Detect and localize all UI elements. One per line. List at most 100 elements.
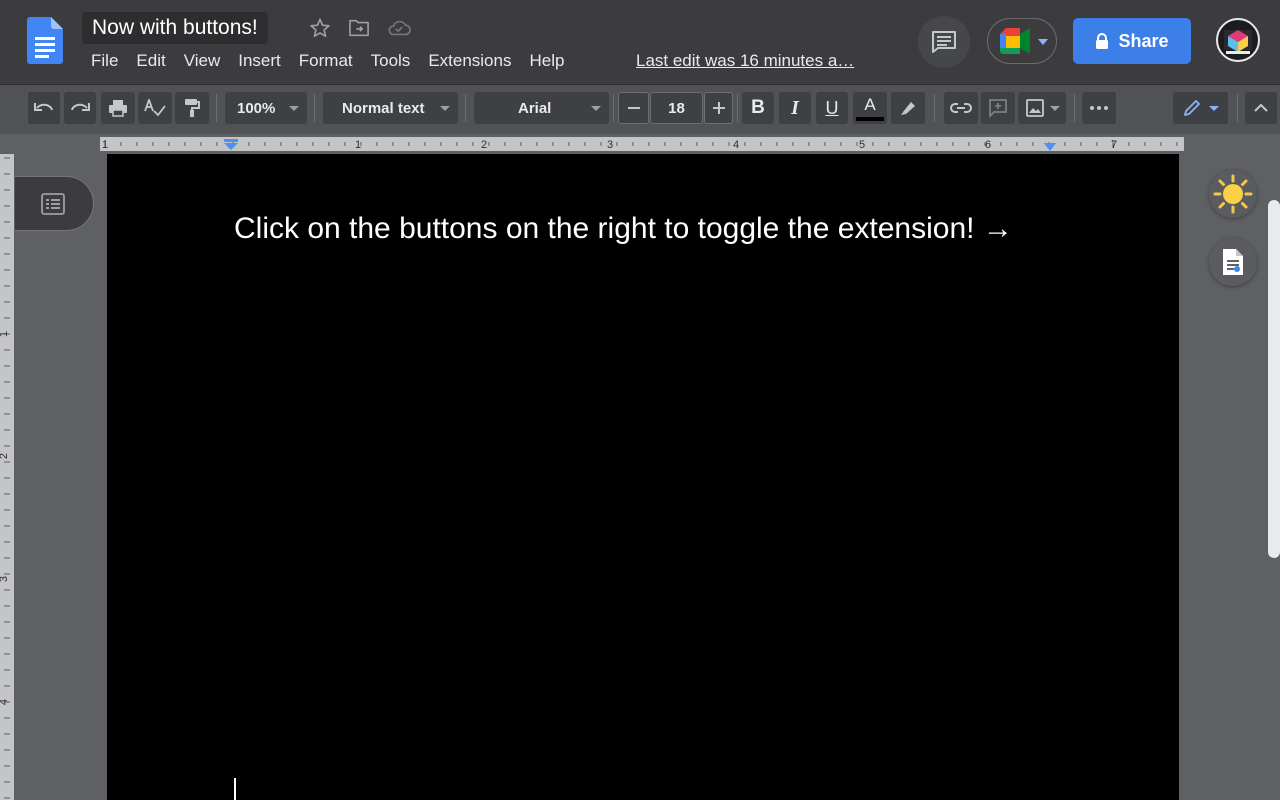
sun-icon: [1213, 174, 1253, 214]
text-color-icon: A: [864, 94, 876, 114]
font-family-select[interactable]: Arial: [474, 92, 609, 124]
bold-icon: B: [751, 97, 765, 118]
document-outline-button[interactable]: [15, 176, 94, 231]
more-horizontal-icon: [1090, 106, 1108, 110]
ruler-label: 4: [733, 139, 739, 151]
spellcheck-button[interactable]: [138, 92, 172, 124]
image-chevron-down-icon: [1050, 105, 1060, 111]
document-title-input[interactable]: Now with buttons!: [82, 12, 268, 44]
ruler-label: 7: [1111, 139, 1117, 151]
underline-icon: U: [825, 97, 839, 118]
extension-light-mode-button[interactable]: [1209, 170, 1257, 218]
underline-button[interactable]: U: [816, 92, 848, 124]
ruler-label: 1: [355, 139, 361, 151]
zoom-select[interactable]: 100%: [225, 92, 307, 124]
zoom-value: 100%: [237, 99, 276, 117]
toolbar-divider: [465, 94, 466, 122]
undo-icon: [34, 103, 53, 111]
ruler-label: 3: [0, 576, 10, 582]
toolbar-divider: [216, 94, 217, 122]
italic-button[interactable]: I: [779, 92, 811, 124]
star-icon[interactable]: [306, 14, 334, 42]
document-page-icon: [1223, 249, 1243, 275]
menu-edit[interactable]: Edit: [127, 50, 174, 72]
add-comment-icon: [989, 99, 1007, 118]
account-avatar[interactable]: [1216, 18, 1260, 62]
highlight-color-button[interactable]: [891, 92, 925, 124]
ruler-label: 4: [0, 699, 10, 705]
vertical-scrollbar[interactable]: [1268, 200, 1280, 558]
minus-icon: [627, 107, 640, 109]
hide-menus-button[interactable]: [1245, 92, 1277, 124]
meet-button[interactable]: [987, 18, 1057, 64]
print-button[interactable]: [101, 92, 135, 124]
meet-icon: [1000, 28, 1032, 54]
font-family-value: Arial: [518, 99, 552, 117]
move-to-folder-icon[interactable]: [345, 14, 373, 42]
meet-dropdown-chevron-down-icon: [1038, 39, 1048, 45]
toolbar-divider: [314, 94, 315, 122]
document-page[interactable]: [107, 154, 1179, 800]
insert-link-button[interactable]: [944, 92, 978, 124]
outline-list-icon: [41, 193, 65, 215]
paragraph-style-select[interactable]: Normal text: [323, 92, 458, 124]
font-size-input[interactable]: 18: [650, 92, 703, 124]
redo-button[interactable]: [64, 92, 96, 124]
increase-font-size-button[interactable]: [704, 92, 733, 124]
toolbar-divider: [1074, 94, 1075, 122]
text-color-button[interactable]: A: [853, 92, 887, 124]
menu-view[interactable]: View: [175, 50, 230, 72]
extension-document-button[interactable]: [1209, 238, 1257, 286]
toolbar-divider: [1237, 94, 1238, 122]
chevron-up-icon: [1254, 104, 1268, 112]
toolbar-divider: [737, 94, 738, 122]
text-color-swatch: [856, 116, 884, 121]
document-body-text[interactable]: Click on the buttons on the right to tog…: [234, 212, 1013, 246]
italic-icon: I: [791, 96, 799, 119]
spellcheck-icon: [144, 99, 166, 117]
insert-image-button[interactable]: [1018, 92, 1066, 124]
comments-button[interactable]: [918, 16, 970, 68]
share-button[interactable]: Share: [1073, 18, 1191, 64]
font-chevron-down-icon: [591, 105, 601, 111]
horizontal-ruler[interactable]: 1 1 2 3 4 5 6 7: [100, 137, 1184, 151]
plus-icon: [712, 102, 725, 114]
more-options-button[interactable]: [1082, 92, 1116, 124]
print-icon: [109, 100, 127, 117]
decrease-font-size-button[interactable]: [618, 92, 649, 124]
menu-help[interactable]: Help: [520, 50, 573, 72]
lock-icon: [1096, 32, 1109, 49]
menu-tools[interactable]: Tools: [362, 50, 420, 72]
docs-logo-icon[interactable]: [27, 17, 63, 64]
menu-extensions[interactable]: Extensions: [419, 50, 520, 72]
menu-insert[interactable]: Insert: [229, 50, 290, 72]
ruler-label: 2: [0, 453, 10, 459]
cloud-saved-icon[interactable]: [385, 14, 413, 42]
bold-button[interactable]: B: [742, 92, 774, 124]
mode-chevron-down-icon: [1209, 105, 1219, 111]
comment-icon: [930, 28, 958, 56]
left-indent-marker-icon[interactable]: [223, 139, 239, 151]
text-cursor: [234, 778, 236, 800]
last-edit-link[interactable]: Last edit was 16 minutes a…: [636, 50, 854, 72]
menu-format[interactable]: Format: [290, 50, 362, 72]
add-comment-button: [981, 92, 1015, 124]
highlighter-icon: [901, 102, 915, 115]
editing-mode-button[interactable]: [1173, 92, 1228, 124]
toolbar-divider: [934, 94, 935, 122]
font-size-value: 18: [668, 99, 685, 117]
ruler-label: 5: [859, 139, 865, 151]
pencil-icon: [1184, 100, 1200, 116]
ruler-label: 2: [481, 139, 487, 151]
style-chevron-down-icon: [440, 105, 450, 111]
vertical-ruler[interactable]: 1 2 3 4: [0, 154, 14, 800]
paint-format-icon: [185, 99, 200, 117]
link-icon: [950, 103, 972, 113]
toolbar-divider: [613, 94, 614, 122]
share-label: Share: [1118, 30, 1169, 51]
right-indent-marker-icon[interactable]: [1043, 142, 1057, 152]
paint-format-button[interactable]: [175, 92, 209, 124]
undo-button[interactable]: [28, 92, 60, 124]
menu-file[interactable]: File: [82, 50, 127, 72]
redo-icon: [71, 103, 90, 111]
